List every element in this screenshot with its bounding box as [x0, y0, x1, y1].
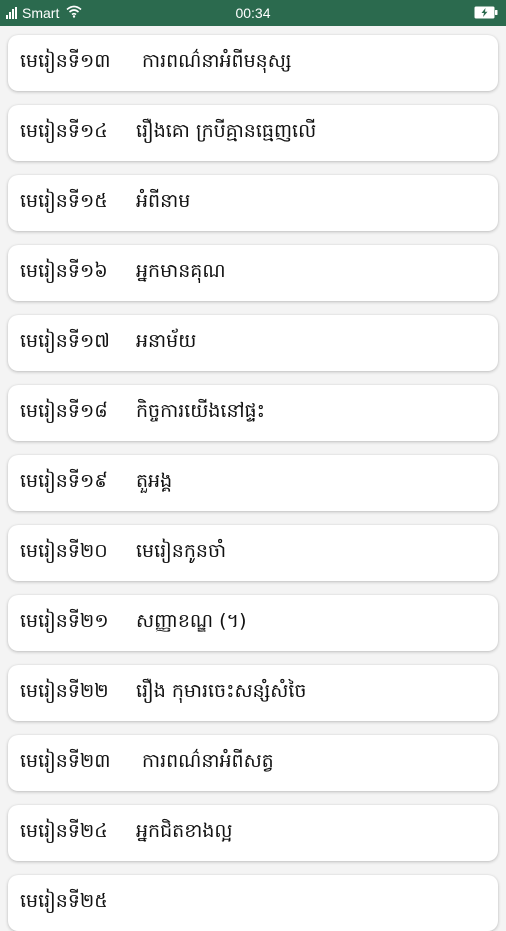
lesson-number: មេរៀនទី១៥ — [20, 190, 108, 212]
lesson-item[interactable]: មេរៀនទី១៣ ការពណ៌នាអំពីមនុស្ស — [8, 35, 498, 91]
lesson-item[interactable]: មេរៀនទី១៧ អនាម័យ — [8, 315, 498, 371]
lesson-title: សញ្ញាខណ្ឌ (។) — [136, 610, 247, 632]
lesson-number: មេរៀនទី២២ — [20, 680, 109, 702]
lesson-title: អ្នកជិតខាងល្អ — [136, 820, 233, 842]
lesson-title: អ្នកមានគុណ — [136, 260, 226, 282]
lesson-number: មេរៀនទី២១ — [20, 610, 109, 632]
lesson-title: រឿងគោ ក្របីគ្មានធ្មេញលើ — [136, 120, 317, 142]
lesson-number: មេរៀនទី១៦ — [20, 260, 108, 282]
lesson-item[interactable]: មេរៀនទី២០ មេរៀនកូនចាំ — [8, 525, 498, 581]
lesson-item[interactable]: មេរៀនទី២២ រឿង កុមារចេះសន្សំសំចៃ — [8, 665, 498, 721]
lesson-title: អំពីនាម — [136, 190, 191, 212]
lesson-item[interactable]: មេរៀនទី២៤ អ្នកជិតខាងល្អ — [8, 805, 498, 861]
lesson-item[interactable]: មេរៀនទី១៥ អំពីនាម — [8, 175, 498, 231]
lesson-title: ការពណ៌នាអំពីមនុស្ស — [142, 50, 292, 72]
status-time: 00:34 — [235, 5, 271, 21]
lesson-number: មេរៀនទី២៤ — [20, 820, 108, 842]
lesson-item[interactable]: មេរៀនទី២១ សញ្ញាខណ្ឌ (។) — [8, 595, 498, 651]
lesson-number: មេរៀនទី១៣ — [20, 50, 111, 72]
lesson-item[interactable]: មេរៀនទី១៤ រឿងគោ ក្របីគ្មានធ្មេញលើ — [8, 105, 498, 161]
lesson-number: មេរៀនទី២៣ — [20, 750, 111, 772]
lesson-title: អនាម័យ — [136, 330, 197, 352]
lesson-item[interactable]: មេរៀនទី១៦ អ្នកមានគុណ — [8, 245, 498, 301]
lesson-number: មេរៀនទី២៥ — [20, 890, 108, 912]
lesson-number: មេរៀនទី១៤ — [20, 120, 108, 142]
lesson-title: ការពណ៌នាអំពីសត្វ — [142, 750, 274, 772]
lesson-title: តួអង្គ — [136, 470, 173, 492]
lesson-title: មេរៀនកូនចាំ — [136, 540, 227, 562]
lesson-number: មេរៀនទី១៩ — [20, 470, 108, 492]
lesson-title: រឿង កុមារចេះសន្សំសំចៃ — [136, 680, 307, 702]
lesson-number: មេរៀនទី១៨ — [20, 400, 108, 422]
lesson-item[interactable]: មេរៀនទី១៩ តួអង្គ — [8, 455, 498, 511]
lesson-number: មេរៀនទី១៧ — [20, 330, 110, 352]
status-bar: Smart 00:34 — [0, 0, 506, 26]
battery-charging-icon — [474, 6, 498, 19]
lesson-item[interactable]: មេរៀនទី២៥ — [8, 875, 498, 931]
lesson-number: មេរៀនទី២០ — [20, 540, 108, 562]
lesson-title: កិច្ចការយើងនៅផ្ទះ — [136, 400, 265, 422]
lesson-item[interactable]: មេរៀនទី២៣ ការពណ៌នាអំពីសត្វ — [8, 735, 498, 791]
lesson-item[interactable]: មេរៀនទី១៨ កិច្ចការយើងនៅផ្ទះ — [8, 385, 498, 441]
